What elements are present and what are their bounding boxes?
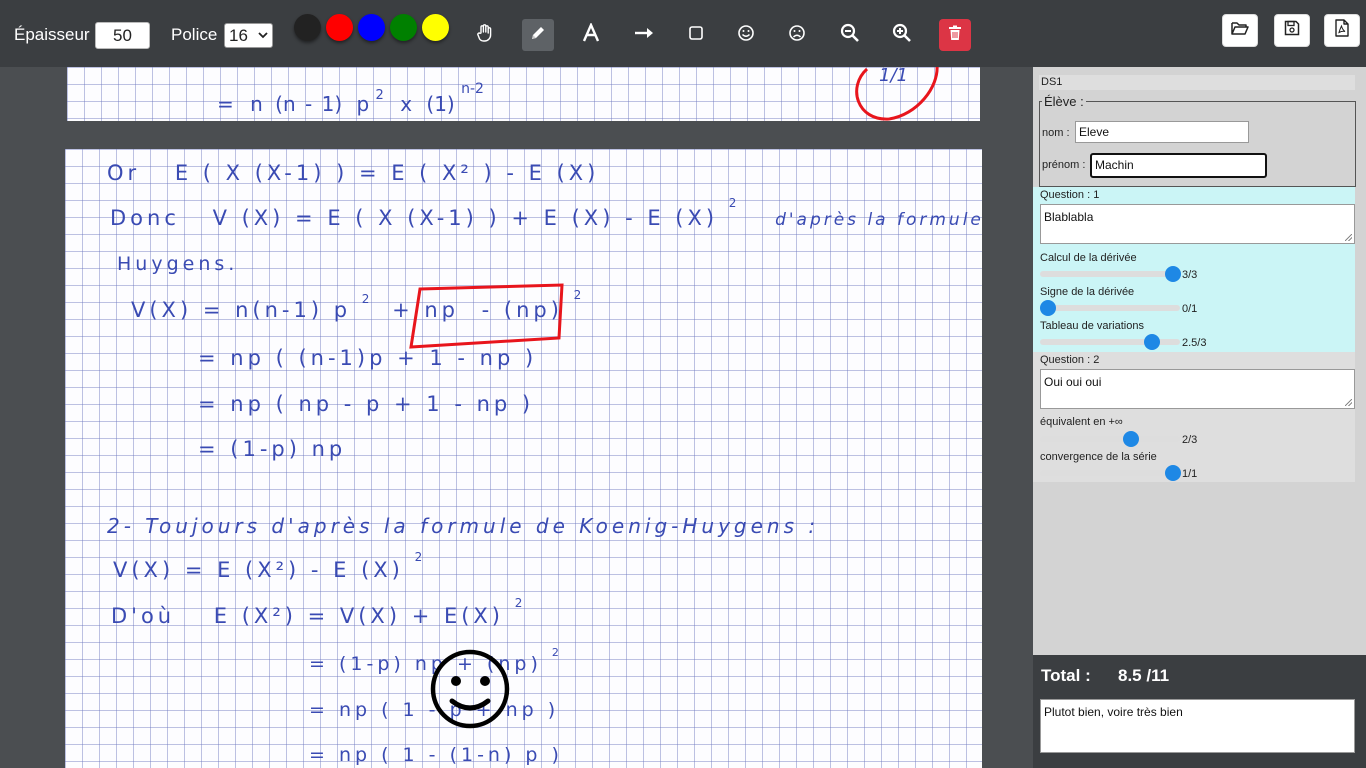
font-label: Police <box>171 25 218 44</box>
folder-open-icon <box>1231 20 1249 41</box>
name-label: nom : <box>1042 127 1070 139</box>
hw-line-10: D'où E (X²) = V(X) + E(X) 2 <box>111 596 526 628</box>
slider-thumb[interactable] <box>1165 465 1181 481</box>
criterion-slider[interactable] <box>1040 334 1180 350</box>
text-tool-button[interactable] <box>575 19 607 51</box>
delete-button[interactable] <box>939 19 971 51</box>
criterion-slider[interactable] <box>1040 266 1181 282</box>
criterion-score: 3/3 <box>1182 269 1198 281</box>
criterion-label: Signe de la dérivée <box>1040 286 1135 298</box>
criterion-label: convergence de la série <box>1040 451 1157 463</box>
student-legend: Élève : <box>1042 94 1086 109</box>
question-1-answer[interactable]: Blablabla <box>1040 204 1355 244</box>
color-blue-swatch[interactable] <box>358 14 385 41</box>
criterion-slider[interactable] <box>1040 465 1181 481</box>
hw-line-5: = np ( (n-1)p + 1 - np ) <box>198 346 537 370</box>
hw-line-9: V(X) = E (X²) - E (X) 2 <box>113 550 426 582</box>
rectangle-tool-button[interactable] <box>680 19 712 51</box>
criterion-score: 2.5/3 <box>1182 337 1207 349</box>
zoom-out-icon <box>840 23 860 48</box>
square-icon <box>688 25 704 46</box>
criterion-label: Tableau de variations <box>1040 320 1144 332</box>
question-2-answer[interactable]: Oui oui oui <box>1040 369 1355 409</box>
floppy-disk-icon <box>1284 20 1300 41</box>
zoom-in-button[interactable] <box>886 19 918 51</box>
pencil-icon <box>529 24 547 47</box>
criterion-slider[interactable] <box>1040 300 1180 316</box>
arrow-tool-button[interactable] <box>628 19 660 51</box>
hw-line-13: = np ( 1 - (1-n) p ) <box>309 744 563 766</box>
zoom-out-button[interactable] <box>834 19 866 51</box>
question-2-answer-text: Oui oui oui <box>1044 375 1102 389</box>
color-black-swatch[interactable] <box>294 14 321 41</box>
hw-line-6: = np ( np - p + 1 - np ) <box>198 392 534 416</box>
total-value: 8.5 /11 <box>1118 666 1170 685</box>
color-red-swatch[interactable] <box>326 14 353 41</box>
file-pdf-icon <box>1334 19 1350 42</box>
font-size-select[interactable]: 16 <box>224 23 273 48</box>
page1-annotation: 1/1 <box>879 67 908 86</box>
smile-icon <box>737 24 755 47</box>
pen-tool-button[interactable] <box>522 19 554 51</box>
trash-icon <box>948 25 962 46</box>
zoom-in-icon <box>892 23 912 48</box>
question-1-block: Question : 1 Blablabla Calcul de la déri… <box>1033 187 1355 352</box>
font-size-value: 16 <box>229 26 248 45</box>
criterion-score: 2/3 <box>1182 434 1198 446</box>
hand-icon <box>475 23 495 48</box>
copy-page-1[interactable]: = n (n - 1) p 2 x (1) n-2 1/1 <box>67 67 980 121</box>
smiley-tool-button[interactable] <box>730 19 762 51</box>
frown-icon <box>788 24 806 47</box>
question-2-title: Question : 2 <box>1040 354 1100 366</box>
color-yellow-swatch[interactable] <box>422 14 449 41</box>
arrow-right-icon <box>634 23 654 48</box>
criterion-label: équivalent en +∞ <box>1040 416 1123 428</box>
total-label: Total : <box>1041 666 1091 685</box>
hand-tool-button[interactable] <box>469 19 501 51</box>
hw-line-4: V(X) = n(n-1) p 2 + np - (np) 2 <box>131 284 585 322</box>
color-green-swatch[interactable] <box>390 14 417 41</box>
question-2-block: Question : 2 Oui oui oui équivalent en +… <box>1033 352 1355 482</box>
resize-grip-icon[interactable] <box>1345 234 1352 241</box>
student-fieldset: Élève : nom : Eleve prénom : Machin <box>1039 94 1356 187</box>
criterion-score: 0/1 <box>1182 303 1198 315</box>
resize-grip-icon[interactable] <box>1345 399 1352 406</box>
firstname-label: prénom : <box>1042 159 1086 171</box>
hw-line-7: = (1-p) np <box>198 437 346 461</box>
hw-line-3: Huygens. <box>117 253 238 275</box>
thickness-input[interactable]: 50 <box>95 22 150 49</box>
criterion-slider[interactable] <box>1040 431 1180 447</box>
toolbar: Épaisseur 50 Police 16 <box>0 0 1366 67</box>
slider-thumb[interactable] <box>1165 266 1181 282</box>
grading-panel: DS1 Élève : nom : Eleve prénom : Machin … <box>1033 67 1366 655</box>
question-1-title: Question : 1 <box>1040 189 1100 201</box>
criterion-label: Calcul de la dérivée <box>1040 252 1137 264</box>
total-panel: Total : 8.5 /11 Plutot bien, voire très … <box>1033 655 1366 768</box>
page1-eq: = n (n - 1) p 2 x (1) n-2 <box>217 80 484 116</box>
slider-thumb[interactable] <box>1123 431 1139 447</box>
copy-page-2[interactable]: Or E ( X (X-1) ) = E ( X² ) - E (X) Donc… <box>65 149 982 768</box>
frown-tool-button[interactable] <box>781 19 813 51</box>
chevron-down-icon <box>258 26 268 50</box>
comment-field[interactable]: Plutot bien, voire très bien <box>1040 699 1355 753</box>
thickness-label: Épaisseur <box>14 25 90 44</box>
open-file-button[interactable] <box>1222 14 1258 47</box>
firstname-field[interactable]: Machin <box>1090 153 1267 178</box>
exam-title: DS1 <box>1039 75 1355 90</box>
slider-thumb[interactable] <box>1144 334 1160 350</box>
document-viewer[interactable]: = n (n - 1) p 2 x (1) n-2 1/1 Or E ( X (… <box>0 67 1033 768</box>
hw-line-2: Donc V (X) = E ( X (X-1) ) + E (X) - E (… <box>110 188 982 230</box>
slider-thumb[interactable] <box>1040 300 1056 316</box>
name-field[interactable]: Eleve <box>1075 121 1249 143</box>
save-button[interactable] <box>1274 14 1310 47</box>
hw-line-1: Or E ( X (X-1) ) = E ( X² ) - E (X) <box>107 161 599 185</box>
hw-line-8: 2- Toujours d'après la formule de Koenig… <box>107 514 819 538</box>
text-icon <box>581 21 601 48</box>
question-1-answer-text: Blablabla <box>1044 210 1094 224</box>
export-pdf-button[interactable] <box>1324 14 1360 47</box>
criterion-score: 1/1 <box>1182 468 1198 480</box>
